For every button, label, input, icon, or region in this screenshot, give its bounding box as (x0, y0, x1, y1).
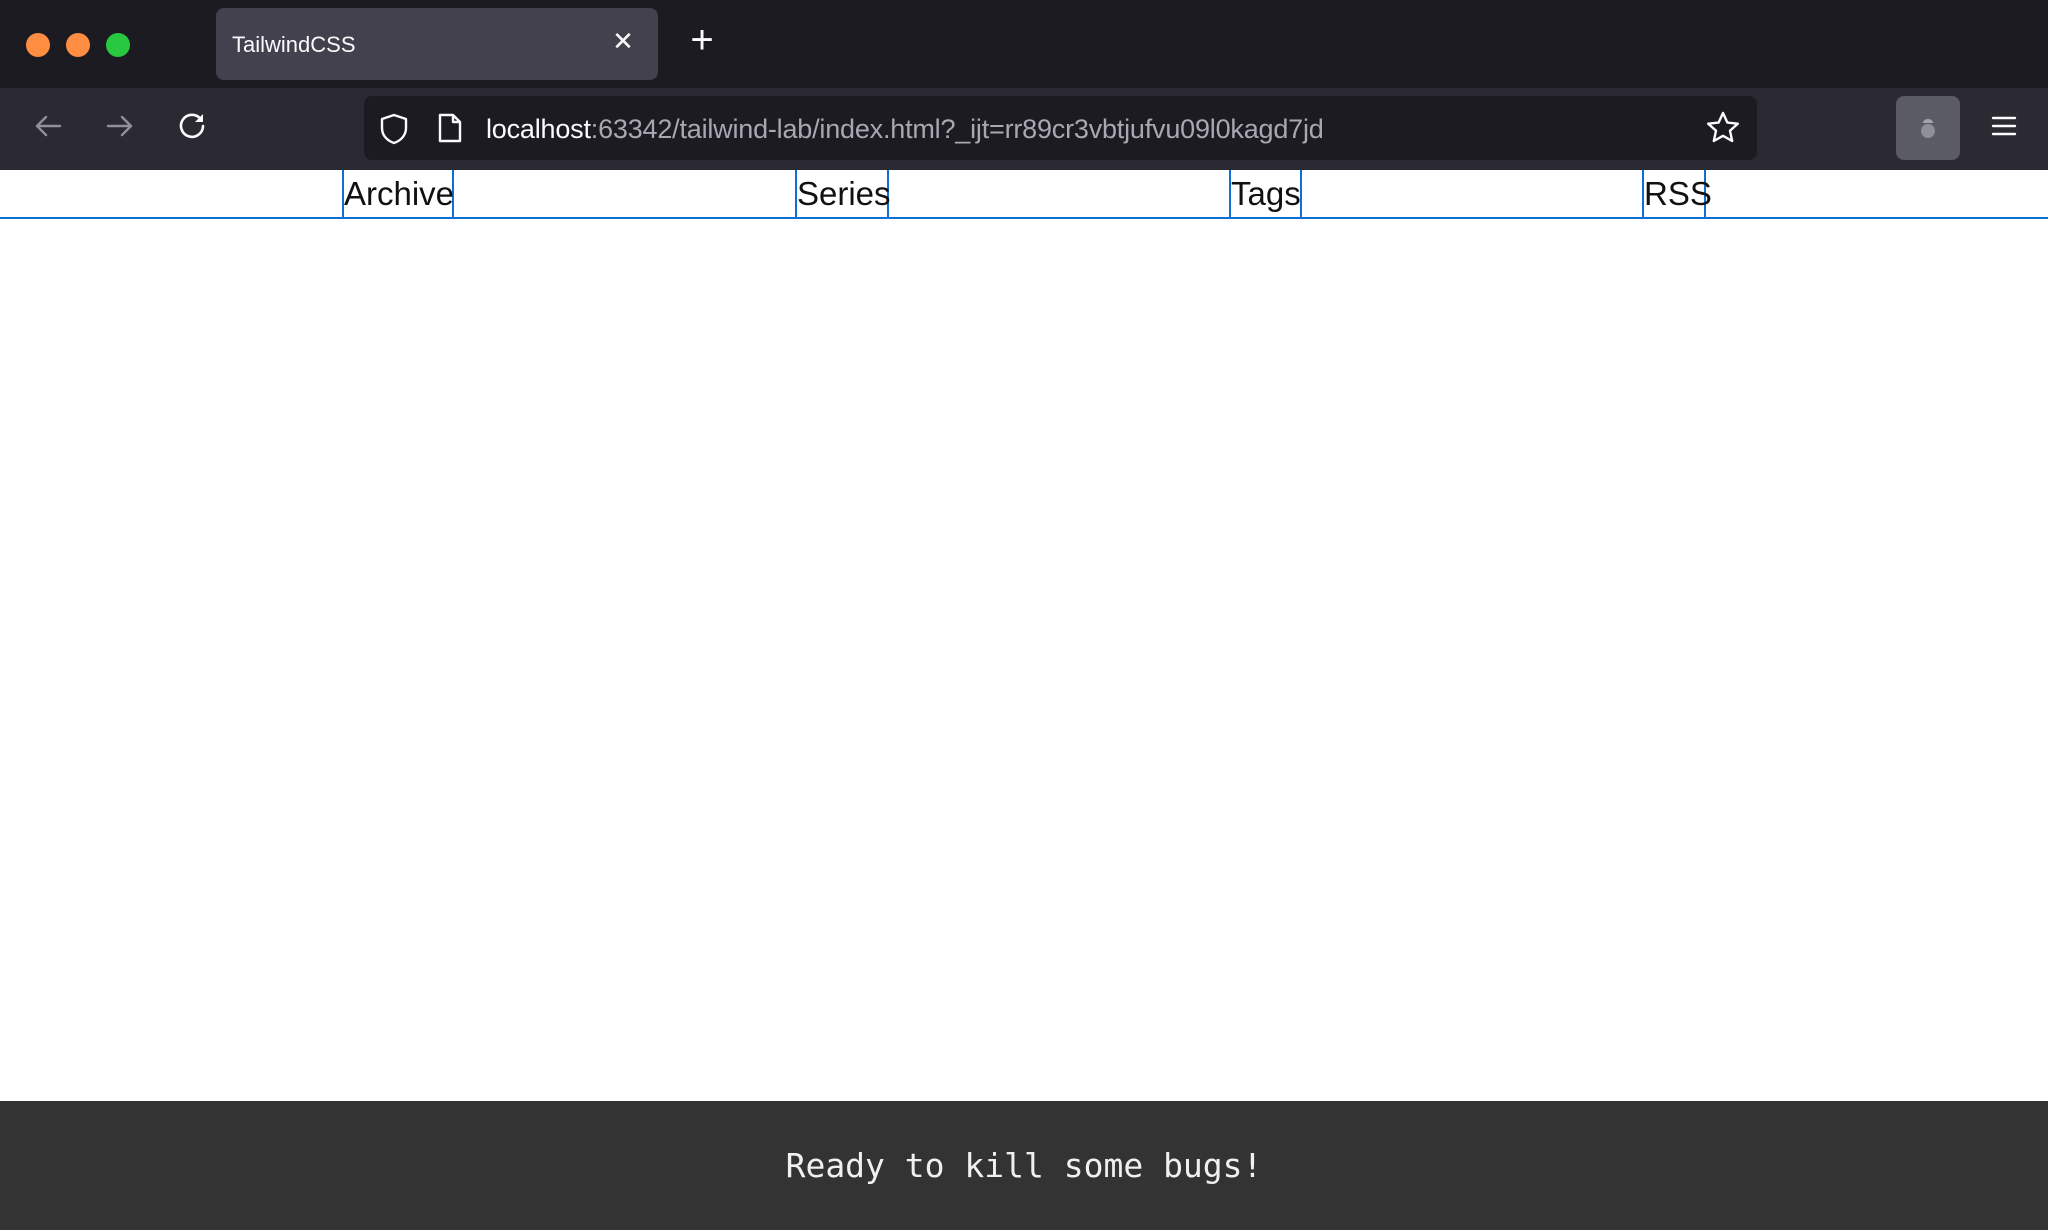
window-minimize-button[interactable] (66, 33, 90, 57)
web-page: Archive Series Tags RSS (0, 170, 2048, 1101)
url-bar[interactable]: localhost:63342/tailwind-lab/index.html?… (364, 96, 1757, 160)
url-path: :63342/tailwind-lab/index.html?_ijt=rr89… (590, 114, 1324, 144)
forward-button[interactable] (98, 104, 142, 148)
nav-link-label: Series (797, 175, 891, 212)
nav-link-archive[interactable]: Archive (342, 170, 454, 218)
browser-tab-bar: TailwindCSS ✕ + (0, 0, 2048, 88)
shield-icon[interactable] (378, 112, 410, 146)
url-text[interactable]: localhost:63342/tailwind-lab/index.html?… (486, 114, 1324, 145)
reload-button[interactable] (170, 104, 214, 148)
extension-icon (1921, 119, 1935, 138)
tab-title: TailwindCSS (232, 32, 356, 57)
star-icon[interactable] (1705, 110, 1741, 146)
arrow-right-icon (106, 115, 133, 137)
page-icon[interactable] (436, 112, 464, 144)
site-footer: Ready to kill some bugs! (0, 1101, 2048, 1230)
reload-icon (179, 113, 205, 139)
hamburger-menu-icon (1991, 116, 2017, 136)
nav-link-tags[interactable]: Tags (1229, 170, 1302, 218)
nav-link-rss[interactable]: RSS (1642, 170, 1712, 218)
nav-link-label: Archive (344, 175, 455, 212)
footer-text: Ready to kill some bugs! (785, 1146, 1263, 1185)
nav-link-label: RSS (1644, 175, 1712, 212)
app-menu-button[interactable] (1982, 104, 2026, 148)
browser-toolbar: localhost:63342/tailwind-lab/index.html?… (0, 88, 2048, 170)
nav-link-label: Tags (1231, 175, 1301, 212)
browser-tab-active[interactable]: TailwindCSS ✕ (216, 8, 658, 80)
close-icon[interactable]: ✕ (608, 26, 638, 56)
url-host: localhost (486, 114, 591, 144)
window-maximize-button[interactable] (106, 33, 130, 57)
nav-link-series[interactable]: Series (795, 170, 891, 218)
back-button[interactable] (26, 104, 70, 148)
extension-button[interactable] (1896, 96, 1960, 160)
window-close-button[interactable] (26, 33, 50, 57)
site-nav: Archive Series Tags RSS (0, 170, 2048, 219)
new-tab-button[interactable]: + (684, 20, 720, 60)
arrow-left-icon (35, 115, 62, 137)
